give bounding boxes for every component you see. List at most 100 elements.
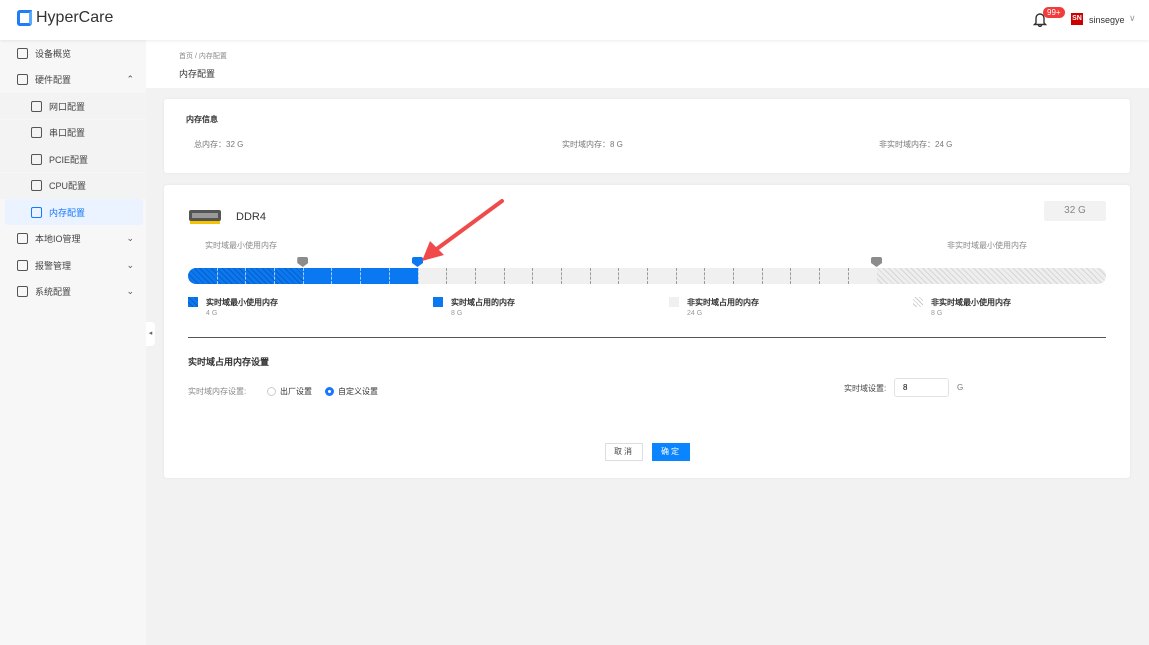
sidebar-item-local-io[interactable]: 本地IO管理 ⌄ [0,226,146,252]
legend-swatch [913,297,923,307]
breadcrumb-home[interactable]: 首页 [179,53,193,60]
rt-memory: 实时域内存：8 G [562,140,623,149]
chevron-icon[interactable]: ⌄ [126,260,134,271]
sidebar-item-system[interactable]: 系统配置 ⌄ [0,279,146,305]
bar-tick [847,268,849,284]
bar-tick [245,268,247,284]
bar-tick [503,268,505,284]
legend-label: 实时域占用的内存 [451,298,515,307]
legend-label: 非实时域占用的内存 [687,298,759,307]
nonrt-memory: 非实时域内存：24 G [879,140,953,149]
overview-icon [17,47,28,59]
bar-tick [360,268,362,284]
rt-memory-input[interactable] [894,378,949,397]
sidebar-item-label: 本地IO管理 [35,234,81,244]
sidebar-item-serial[interactable]: 串口配置 [0,119,146,146]
sidebar: 设备概览 硬件配置 ⌃ 网口配置 串口配置 PCIE配置 CPU配置 内存配置 本地IO管理 ⌄ 报… [0,40,146,645]
sidebar-item-label: 设备概览 [35,48,72,59]
sidebar-item-alarm[interactable]: 报警管理 ⌄ [0,252,146,278]
bar-tick [474,268,476,284]
page-title: 内存配置 [179,69,216,79]
chevron-icon[interactable]: ⌄ [126,233,134,244]
legend-label: 非实时域最小使用内存 [931,298,1011,307]
sidebar-item-pcie[interactable]: PCIE配置 [0,146,146,172]
legend-label: 实时域最小使用内存 [206,298,278,307]
nonrt-min-label: 非实时域最小使用内存 [947,241,1027,250]
bar-tick [618,268,620,284]
total-memory: 总内存：32 G [194,140,244,149]
bar-tick [417,268,419,284]
bar-tick [216,268,218,284]
legend-value: 8 G [451,310,463,317]
cancel-button[interactable]: 取消 [605,443,643,461]
logo-icon [17,10,32,26]
bar-tick [560,268,562,284]
network-icon [31,100,42,112]
legend-value: 4 G [206,310,218,317]
breadcrumb: 首页 / 内存配置 [179,51,227,61]
bar-tick [331,268,333,284]
memory-type: DDR4 [236,211,266,223]
local-io-icon [17,233,28,244]
chevron-icon[interactable]: ⌃ [126,74,134,85]
legend-value: 24 G [687,310,703,317]
memory-size: 32 G [1044,201,1106,221]
legend-swatch [669,297,679,307]
rt-setting-label: 实时域设置: [844,384,887,393]
bar-tick [388,268,390,284]
sidebar-item-label: 网口配置 [49,101,86,112]
bar-tick [704,268,706,284]
breadcrumb-sep: / [194,53,197,60]
bar-tick [589,268,591,284]
divider [188,337,1106,338]
alarm-icon [17,259,28,271]
ok-button[interactable]: 确定 [652,443,690,461]
arrow-annotation-icon [422,199,504,261]
bar-tick [647,268,648,284]
settings-title: 实时域占用内存设置 [188,357,270,367]
pcie-icon [31,153,42,165]
sidebar-item-label: 报警管理 [35,260,72,271]
sidebar-item-memory[interactable]: 内存配置 [5,199,143,225]
factory-radio[interactable]: 出厂设置 [267,386,312,397]
bar-tick [274,268,276,284]
sidebar-item-label: PCIE配置 [49,154,89,165]
sidebar-item-label: 硬件配置 [35,75,72,85]
username[interactable]: sinsegye [1089,15,1125,25]
bar-tick [675,268,677,284]
collapse-sidebar-button[interactable]: ◂ [146,322,155,346]
custom-label: 自定义设置 [338,387,378,396]
memory-config-card [164,185,1130,478]
custom-radio[interactable]: 自定义设置 [325,386,378,397]
radio-checked-icon [325,387,334,396]
app-logo[interactable]: HyperCare [17,9,113,27]
memory-icon [31,206,42,218]
app-name: HyperCare [36,9,114,26]
bar-tick [790,268,792,284]
chevron-down-icon[interactable]: ∨ [1129,13,1136,24]
system-icon [17,286,28,297]
bar-tick [761,268,763,284]
bar-tick [532,268,534,284]
cpu-icon [31,180,42,191]
memory-allocation-bar[interactable] [188,268,1106,284]
radio-unchecked-icon [267,387,276,396]
sidebar-item-cpu[interactable]: CPU配置 [0,172,146,199]
sidebar-item-network[interactable]: 网口配置 [0,93,146,119]
sidebar-item-label: CPU配置 [49,181,87,191]
mode-label: 实时域内存设置: [188,387,247,396]
avatar[interactable]: SN [1071,13,1083,25]
chevron-icon[interactable]: ⌄ [126,286,134,297]
bar-tick [733,268,735,284]
hardware-icon [17,74,28,85]
sidebar-item-label: 系统配置 [35,287,72,297]
sidebar-item-overview[interactable]: 设备概览 [0,40,146,66]
unit-label: G [957,383,964,392]
breadcrumb-current: 内存配置 [198,53,227,60]
sidebar-item-hardware[interactable]: 硬件配置 ⌃ [0,67,146,93]
legend-value: 8 G [931,310,943,317]
info-title: 内存信息 [186,115,218,124]
factory-label: 出厂设置 [280,387,312,396]
breadcrumb-bar [146,40,1149,88]
notification-badge: 99+ [1043,7,1065,18]
